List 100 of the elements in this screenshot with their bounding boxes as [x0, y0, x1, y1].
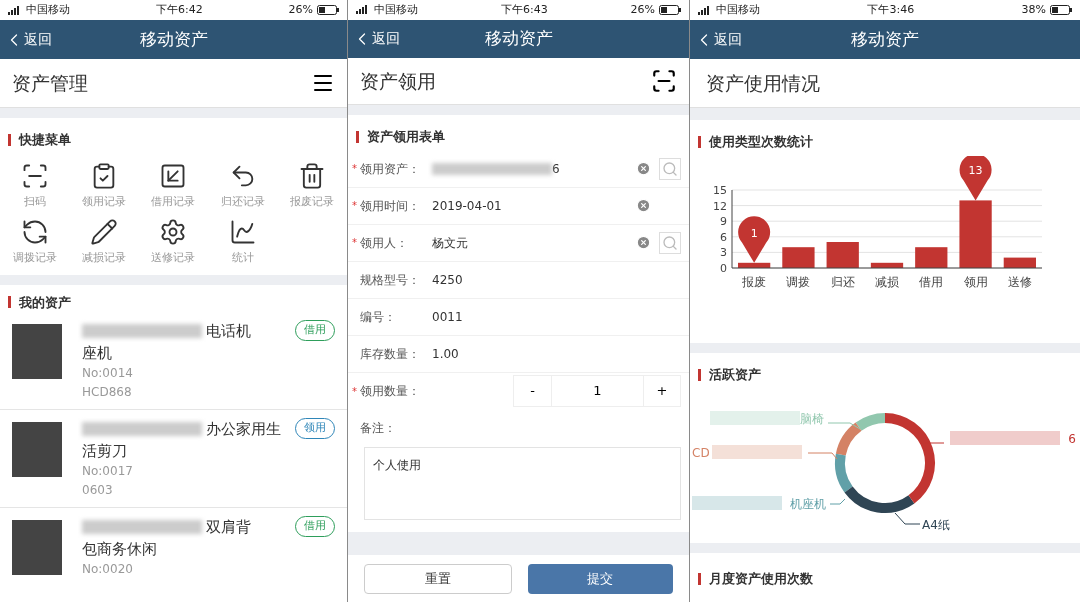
asset-name: 办公家用生 — [206, 419, 281, 440]
heading-marker — [698, 368, 701, 381]
leader-line — [807, 452, 838, 459]
asset-name: 座机 — [82, 343, 112, 364]
photo-placeholder — [12, 422, 62, 477]
section-heading: 我的资产 — [19, 293, 71, 312]
input-field[interactable]: 2019-04-01 — [432, 196, 636, 215]
battery-icon — [317, 5, 339, 15]
input-field[interactable]: 6 — [432, 159, 636, 178]
photo-placeholder — [12, 520, 62, 575]
bar — [959, 199, 992, 268]
donut-label: A4纸 — [922, 517, 950, 532]
y-tick-label: 6 — [720, 230, 727, 244]
asset-model: 0603 — [82, 482, 114, 499]
field-label: 领用资产： — [360, 160, 420, 178]
asset-model: HCD868 — [82, 384, 133, 401]
reset-button[interactable]: 重置 — [364, 563, 512, 594]
asset-name: 包商务休闲 — [82, 539, 157, 560]
clear-icon[interactable] — [636, 161, 651, 177]
increment-button[interactable]: + — [644, 376, 680, 407]
status-time: 下午6:43 — [500, 1, 548, 18]
annotation: 1 — [750, 226, 758, 240]
bar — [1003, 257, 1036, 268]
signal-icon — [698, 5, 712, 15]
quantity-field[interactable]: 1 — [552, 376, 644, 407]
y-tick-label: 0 — [720, 261, 727, 275]
scan-icon[interactable] — [651, 68, 677, 95]
field-label: 领用时间： — [360, 197, 420, 215]
heading-marker — [698, 135, 701, 148]
leader-line — [829, 498, 846, 504]
back-button[interactable]: 返回 — [348, 28, 400, 50]
asset-row[interactable]: 办公家用生 活剪刀 领用 No:0017 0603 — [0, 410, 347, 508]
y-tick-label: 12 — [713, 199, 727, 213]
asset-row[interactable]: 双肩背 包商务休闲 借用 No:0020 — [0, 508, 347, 602]
asset-number: No:0017 — [82, 463, 134, 480]
carrier-text: 中国移动 — [26, 1, 70, 18]
donut-label: 6 — [1068, 431, 1076, 446]
pencil-icon — [90, 218, 119, 246]
heading-marker — [8, 296, 11, 309]
field-label: 库存数量： — [360, 345, 420, 363]
back-button[interactable]: 返回 — [0, 29, 52, 50]
nav-title: 移动资产 — [484, 26, 553, 50]
remarks-field[interactable]: 个人使用 — [364, 446, 681, 520]
value-pin: 1 — [738, 215, 771, 263]
asset-number: No:0014 — [82, 365, 134, 382]
donut-label: 机座机 — [790, 496, 826, 511]
required-mark: * — [352, 162, 357, 177]
input-field[interactable]: 1.00 — [432, 344, 659, 363]
y-tick-label: 9 — [720, 214, 727, 228]
bar — [782, 246, 815, 268]
value-pin: 13 — [959, 155, 992, 200]
bar — [738, 262, 771, 268]
signal-icon — [8, 5, 22, 15]
battery-icon — [659, 4, 681, 15]
donut-label: CD — [692, 445, 710, 460]
field-label: 领用数量： — [360, 383, 420, 401]
x-tick-label: 报废 — [742, 274, 767, 289]
section-heading: 活跃资产 — [709, 366, 761, 384]
bar — [826, 241, 859, 268]
search-icon[interactable] — [659, 231, 681, 254]
x-tick-label: 归还 — [830, 274, 855, 289]
leader-line — [894, 512, 921, 524]
x-tick-label: 借用 — [919, 274, 944, 289]
annotation: 13 — [968, 163, 983, 177]
heading-marker — [8, 133, 11, 146]
status-tag: 借用 — [295, 516, 335, 537]
status-tag: 借用 — [295, 320, 335, 341]
clear-icon[interactable] — [636, 235, 651, 251]
submit-button[interactable]: 提交 — [527, 563, 673, 594]
x-tick-label: 领用 — [963, 274, 988, 289]
section-heading: 快捷菜单 — [19, 131, 71, 149]
y-tick-label: 3 — [720, 245, 727, 259]
section-heading: 资产领用表单 — [367, 128, 445, 147]
nav-title: 移动资产 — [139, 27, 208, 51]
field-label: 备注： — [360, 420, 396, 438]
input-field[interactable]: 杨文元 — [432, 233, 636, 252]
clear-icon[interactable] — [636, 198, 651, 214]
x-tick-label: 调拨 — [786, 274, 811, 289]
y-tick-label: 15 — [713, 183, 727, 197]
input-field[interactable]: 4250 — [432, 270, 659, 289]
heading-marker — [356, 131, 359, 143]
search-icon[interactable] — [659, 157, 681, 180]
section-heading: 月度资产使用次数 — [709, 570, 813, 588]
required-mark: * — [352, 384, 357, 399]
input-field[interactable]: 0011 — [432, 307, 659, 326]
battery-text: 38% — [1021, 1, 1046, 18]
x-tick-label: 送修 — [1007, 274, 1032, 289]
asset-name: 活剪刀 — [82, 441, 127, 462]
signal-icon — [356, 5, 370, 15]
decrement-button[interactable]: - — [514, 376, 552, 407]
asset-name: 双肩背 — [206, 517, 251, 538]
field-label: 领用人： — [360, 234, 408, 252]
status-time: 下午3:46 — [867, 1, 915, 18]
asset-number: No:0020 — [82, 561, 134, 578]
carrier-text: 中国移动 — [374, 1, 418, 18]
x-tick-label: 减损 — [875, 274, 899, 289]
asset-row[interactable]: 电话机 座机 借用 No:0014 HCD868 — [0, 312, 347, 410]
donut-label: 脑椅 — [800, 411, 824, 426]
photo-placeholder — [12, 324, 62, 379]
back-button[interactable]: 返回 — [690, 29, 742, 50]
